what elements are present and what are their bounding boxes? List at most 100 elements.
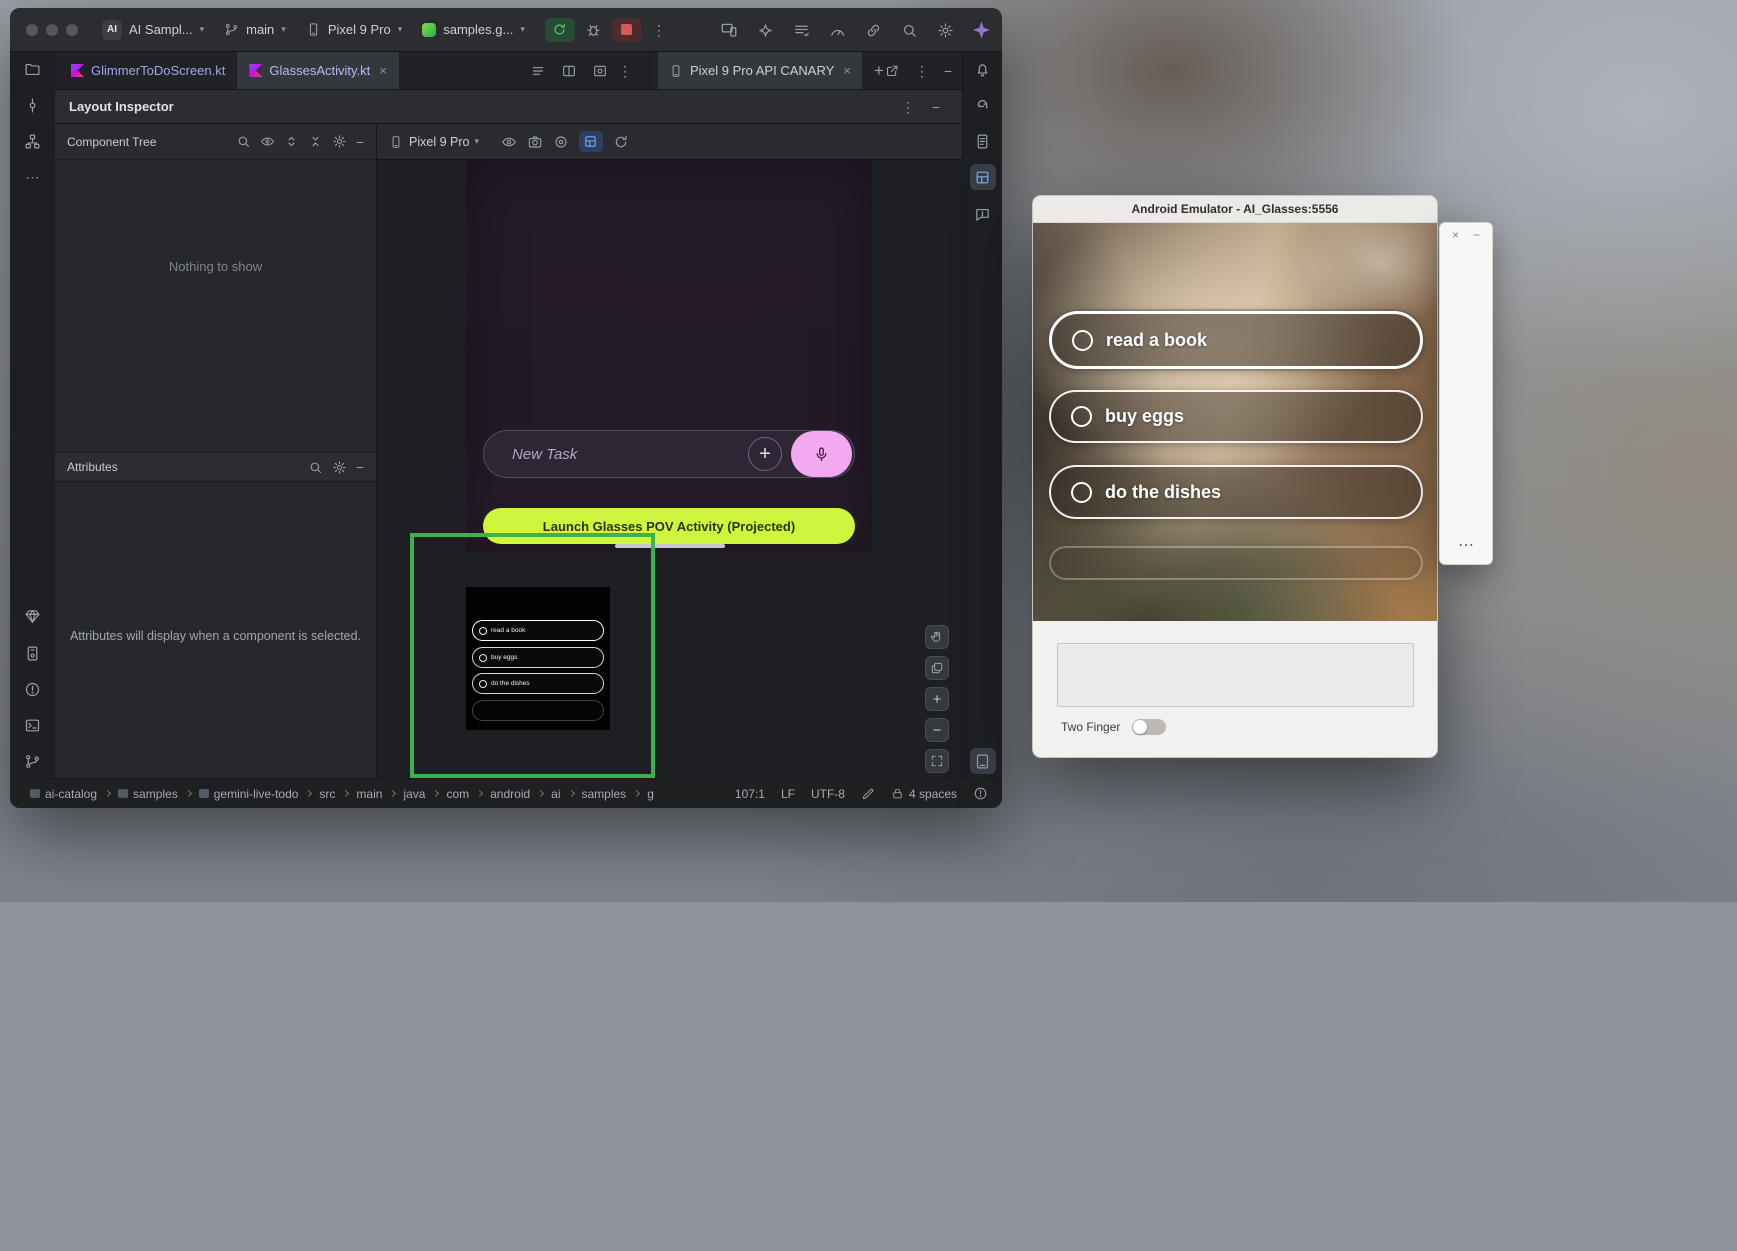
breadcrumb-item[interactable]: com	[446, 787, 469, 801]
todo-item[interactable]: buy eggs	[1049, 390, 1423, 443]
tab-glassesactivity[interactable]: GlassesActivity.kt ×	[237, 52, 398, 89]
two-finger-toggle[interactable]	[1132, 719, 1166, 735]
zoom-fit-button[interactable]	[925, 749, 949, 773]
volume-down-button[interactable]	[1453, 334, 1479, 360]
code-view-button[interactable]	[530, 63, 546, 79]
more-tool-windows-button[interactable]: ⋯	[20, 164, 46, 190]
run-config-selector[interactable]: samples.g... ▾	[422, 22, 525, 37]
version-control-tool-button[interactable]	[20, 748, 46, 774]
screenshot-button[interactable]	[527, 134, 543, 150]
breadcrumb-item[interactable]: gemini-live-todo	[199, 787, 299, 801]
collapse-all-button[interactable]	[308, 134, 323, 149]
glasses-display-mirror[interactable]: read a book buy eggs do the dishes	[466, 587, 610, 730]
breadcrumb-item[interactable]: java	[403, 787, 425, 801]
split-view-button[interactable]	[561, 63, 577, 79]
inspections-widget[interactable]	[973, 786, 988, 801]
stop-button[interactable]	[612, 18, 642, 42]
file-encoding[interactable]: UTF-8	[811, 787, 845, 801]
breadcrumb-item[interactable]: samples	[118, 787, 178, 801]
settings-button[interactable]	[332, 460, 347, 475]
hide-panel-icon[interactable]: −	[356, 135, 364, 149]
breadcrumb-item[interactable]: main	[356, 787, 382, 801]
todo-item[interactable]: buy eggs	[472, 647, 604, 668]
record-screen-button[interactable]	[553, 134, 569, 150]
gradle-tool-button[interactable]	[970, 92, 996, 118]
more-options-icon[interactable]: ⋮	[618, 64, 632, 78]
breadcrumb-item[interactable]: android	[490, 787, 530, 801]
more-options-icon[interactable]: ⋮	[915, 64, 929, 78]
settings-button[interactable]	[332, 134, 347, 149]
resource-manager-tool-button[interactable]	[20, 603, 46, 629]
breadcrumb-item[interactable]: samples	[582, 787, 627, 801]
todo-item[interactable]: read a book	[472, 620, 604, 641]
mirror-device-button[interactable]	[720, 21, 738, 39]
breadcrumb-item[interactable]: ai-catalog	[30, 787, 97, 801]
hide-panel-icon[interactable]: −	[356, 460, 364, 474]
launch-glasses-button[interactable]: Launch Glasses POV Activity (Projected)	[483, 508, 855, 544]
close-tab-icon[interactable]: ×	[379, 64, 387, 77]
app-insights-tool-button[interactable]	[970, 201, 996, 227]
zoom-in-button[interactable]: +	[925, 687, 949, 711]
notifications-tool-button[interactable]	[970, 56, 996, 82]
running-device-tab[interactable]: Pixel 9 Pro API CANARY ×	[658, 52, 862, 89]
commit-tool-button[interactable]	[20, 92, 46, 118]
tab-glimmertodoscreen[interactable]: GlimmerToDoScreen.kt	[59, 52, 237, 89]
search-button[interactable]	[236, 134, 251, 149]
glasses-button[interactable]	[1453, 493, 1479, 519]
running-devices-tool-button[interactable]	[970, 748, 996, 774]
zoom-window-button[interactable]	[66, 24, 78, 36]
camera-button[interactable]	[1453, 414, 1479, 440]
breadcrumb-item[interactable]: g	[647, 787, 654, 801]
todo-item[interactable]: do the dishes	[1049, 465, 1423, 519]
device-manager-tool-button[interactable]	[20, 640, 46, 666]
phone-screen-mirror[interactable]: New Task + Launch Glasses POV Activity (…	[467, 160, 872, 553]
device-selector[interactable]: Pixel 9 Pro ▾	[306, 22, 402, 37]
layout-inspector-tool-button[interactable]	[970, 164, 996, 190]
project-selector[interactable]: AI AI Sampl... ▾	[102, 20, 204, 40]
pan-button[interactable]	[925, 625, 949, 649]
power-button[interactable]	[1453, 255, 1479, 281]
breadcrumb-item[interactable]: src	[319, 787, 335, 801]
add-task-button[interactable]: +	[748, 437, 782, 471]
caret-position[interactable]: 107:1	[735, 787, 765, 801]
more-options-icon[interactable]: ⋮	[901, 100, 915, 114]
close-window-button[interactable]	[26, 24, 38, 36]
hide-panel-icon[interactable]: −	[944, 64, 952, 78]
logcat-button[interactable]	[793, 22, 810, 39]
line-separator[interactable]: LF	[781, 787, 795, 801]
more-actions-icon[interactable]: ⋮	[652, 23, 666, 37]
emulator-screen[interactable]: read a book buy eggs do the dishes	[1033, 223, 1437, 621]
problems-tool-button[interactable]	[20, 676, 46, 702]
close-icon[interactable]: ×	[1452, 228, 1459, 242]
todo-item[interactable]: do the dishes	[472, 673, 604, 694]
gemini-sparkle-button[interactable]	[757, 22, 774, 39]
breadcrumb-item[interactable]: ai	[551, 787, 560, 801]
minimize-icon[interactable]: −	[1473, 228, 1480, 242]
todo-item[interactable]: read a book	[1049, 311, 1423, 369]
debug-button[interactable]	[585, 21, 602, 38]
filter-button[interactable]	[260, 134, 275, 149]
edit-mode-widget[interactable]	[861, 787, 875, 801]
settings-button[interactable]	[937, 22, 954, 39]
volume-up-button[interactable]	[1453, 294, 1479, 320]
open-in-window-button[interactable]	[885, 63, 900, 78]
hide-panel-icon[interactable]: −	[932, 100, 940, 114]
layers-button[interactable]	[925, 656, 949, 680]
layout-inspector-toggle[interactable]	[579, 131, 603, 152]
link-devices-button[interactable]	[865, 22, 882, 39]
device-explorer-tool-button[interactable]	[970, 128, 996, 154]
gemini-icon[interactable]	[973, 22, 990, 39]
restart-button[interactable]	[613, 134, 629, 150]
back-button[interactable]	[1453, 454, 1479, 480]
branch-selector[interactable]: main ▾	[224, 22, 286, 37]
voice-input-button[interactable]	[791, 431, 852, 477]
trackpad-area[interactable]	[1057, 643, 1414, 707]
design-view-button[interactable]	[592, 63, 608, 79]
profiler-button[interactable]	[829, 22, 846, 39]
device-selector-label[interactable]: Pixel 9 Pro	[409, 135, 469, 149]
zoom-out-button[interactable]: −	[925, 718, 949, 742]
search-button[interactable]	[308, 460, 323, 475]
expand-all-button[interactable]	[284, 134, 299, 149]
close-tab-icon[interactable]: ×	[843, 64, 851, 77]
microphone-button[interactable]	[1453, 374, 1479, 400]
